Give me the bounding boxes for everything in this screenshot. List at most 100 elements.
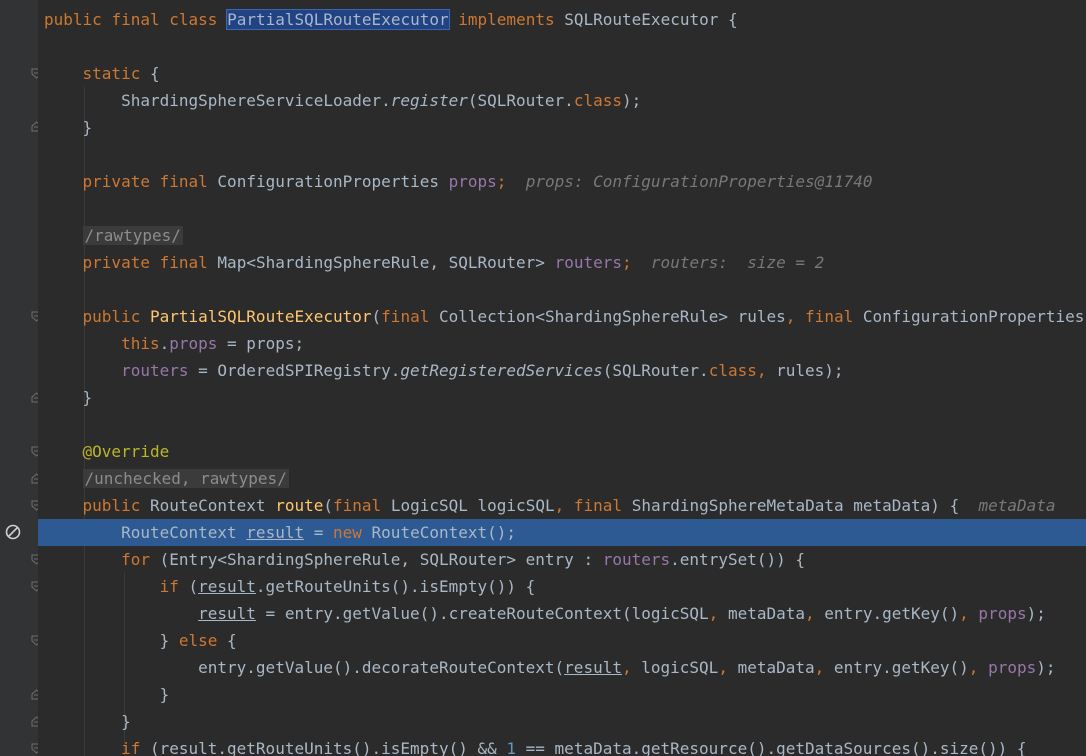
punct: ( [178, 577, 199, 596]
punct: ); [1036, 658, 1056, 677]
expr: metaData [727, 658, 815, 677]
local-var: result [198, 604, 256, 623]
brace: } [82, 388, 93, 407]
code-line-for[interactable]: for (Entry<ShardingSphereRule, SQLRouter… [38, 546, 1086, 573]
local-var: result [564, 658, 622, 677]
keyword: public [82, 307, 141, 326]
code-editor[interactable]: public final class PartialSQLRouteExecut… [38, 0, 1086, 756]
brace: } [82, 118, 93, 137]
expr: .getRouteUnits().isEmpty()) { [255, 577, 536, 596]
method-name: PartialSQLRouteExecutor [149, 307, 372, 326]
local-var: result [246, 523, 305, 542]
punct: ); [1026, 604, 1046, 623]
keyword: implements [458, 10, 555, 29]
punct: , [718, 658, 728, 677]
editor-gutter[interactable] [0, 0, 42, 756]
code-line-this-props[interactable]: this.props = props; [38, 330, 1086, 357]
class-name-selected[interactable]: PartialSQLRouteExecutor [226, 9, 450, 30]
keyword: final [159, 253, 208, 272]
expr: entry.getKey() [814, 604, 960, 623]
code-line-static[interactable]: static { [38, 60, 1086, 87]
keyword: public [44, 10, 102, 29]
code-line-class-decl[interactable]: public final class PartialSQLRouteExecut… [38, 6, 1086, 33]
code-line-routers-field[interactable]: private final Map<ShardingSphereRule, SQ… [38, 249, 1086, 276]
code-line-else[interactable]: } else { [38, 627, 1086, 654]
brace: { [217, 631, 237, 650]
code-line-routers-assign[interactable]: routers = OrderedSPIRegistry.getRegister… [38, 357, 1086, 384]
code-line-decorate[interactable]: entry.getValue().decorateRouteContext(re… [38, 654, 1086, 681]
inline-debug-value[interactable]: props: ConfigurationProperties@11740 [526, 172, 873, 191]
keyword: final [381, 307, 430, 326]
expr: entry.getValue().decorateRouteContext( [198, 658, 565, 677]
keyword: private [82, 253, 150, 272]
param: ShardingSphereMetaData metaData) { [631, 496, 960, 515]
code-line-if-single-datasource[interactable]: if (result.getRouteUnits().isEmpty() && … [38, 735, 1086, 756]
punct: , [708, 604, 719, 623]
field-name: routers [554, 253, 623, 272]
punct: , [554, 496, 565, 515]
code-line-props-field[interactable]: private final ConfigurationProperties pr… [38, 168, 1086, 195]
code-line-suppress-unchecked[interactable]: /unchecked, rawtypes/ [38, 465, 1086, 492]
expr: RouteContext(); [361, 523, 517, 542]
type-name: RouteContext [149, 496, 266, 515]
class-ref: ShardingSphereServiceLoader. [121, 91, 391, 110]
expr: metaData [718, 604, 806, 623]
expr: rules); [766, 361, 844, 380]
keyword: else [178, 631, 218, 650]
punct: ; [496, 172, 507, 191]
code-line-register[interactable]: ShardingSphereServiceLoader.register(SQL… [38, 87, 1086, 114]
code-line-if-close[interactable]: } [38, 681, 1086, 708]
brace: { [728, 10, 738, 29]
punct: , [756, 361, 767, 380]
punct: , [959, 604, 969, 623]
static-method: register [390, 91, 468, 110]
keyword: final [805, 307, 854, 326]
punct: ; [622, 253, 632, 272]
punct: , [814, 658, 825, 677]
keyword: static [82, 64, 141, 83]
expr: .entrySet()) { [670, 550, 806, 569]
param: Collection<ShardingSphereRule> rules [438, 307, 786, 326]
punct: , [968, 658, 979, 677]
brace: } [121, 712, 131, 731]
code-line-ctor-close[interactable]: } [38, 384, 1086, 411]
annotation: @Override [82, 442, 170, 461]
folded-annotation[interactable]: /unchecked, rawtypes/ [82, 469, 289, 488]
field-name: props [169, 334, 218, 353]
keyword: private [82, 172, 150, 191]
brace: } [159, 685, 170, 704]
args: (SQLRouter. [467, 91, 574, 110]
expr: (Entry<ShardingSphereRule, SQLRouter> en… [149, 550, 603, 569]
code-line-suppress-rawtypes[interactable]: /rawtypes/ [38, 222, 1086, 249]
punct: , [805, 604, 815, 623]
field-name: props [978, 658, 1037, 677]
code-line-create-route[interactable]: result = entry.getValue().createRouteCon… [38, 600, 1086, 627]
code-line-for-close[interactable]: } [38, 708, 1086, 735]
type-name: Map<ShardingSphereRule, SQLRouter> [217, 253, 545, 272]
expr: == metaData.getResource().getDataSources… [516, 739, 1027, 756]
expr: = props; [217, 334, 305, 353]
expr: entry.getKey() [824, 658, 969, 677]
args: (SQLRouter. [602, 361, 709, 380]
brace: { [149, 64, 160, 83]
brace: } [159, 631, 179, 650]
interface-name: SQLRouteExecutor [564, 10, 719, 29]
keyword: final [159, 172, 208, 191]
inline-debug-value[interactable]: metaData [978, 496, 1055, 515]
code-line-override[interactable]: @Override [38, 438, 1086, 465]
current-execution-line[interactable]: RouteContext result = new RouteContext()… [38, 519, 1086, 546]
breakpoint-disabled-icon[interactable] [5, 524, 21, 540]
type-name: ConfigurationProperties [217, 172, 439, 191]
code-line-route-decl[interactable]: public RouteContext route(final LogicSQL… [38, 492, 1086, 519]
inline-debug-value[interactable]: routers: size = 2 [651, 253, 824, 272]
code-line-constructor[interactable]: public PartialSQLRouteExecutor(final Col… [38, 303, 1086, 330]
expr: (result.getRouteUnits().isEmpty() && [140, 739, 507, 756]
param: ConfigurationProperties props) { [862, 307, 1085, 326]
code-line-static-close[interactable]: } [38, 114, 1086, 141]
keyword: public [82, 496, 141, 515]
param: LogicSQL logicSQL [390, 496, 555, 515]
code-line-if-empty[interactable]: if (result.getRouteUnits().isEmpty()) { [38, 573, 1086, 600]
punct: = [304, 523, 333, 542]
folded-annotation[interactable]: /rawtypes/ [82, 226, 183, 245]
keyword: final [333, 496, 382, 515]
